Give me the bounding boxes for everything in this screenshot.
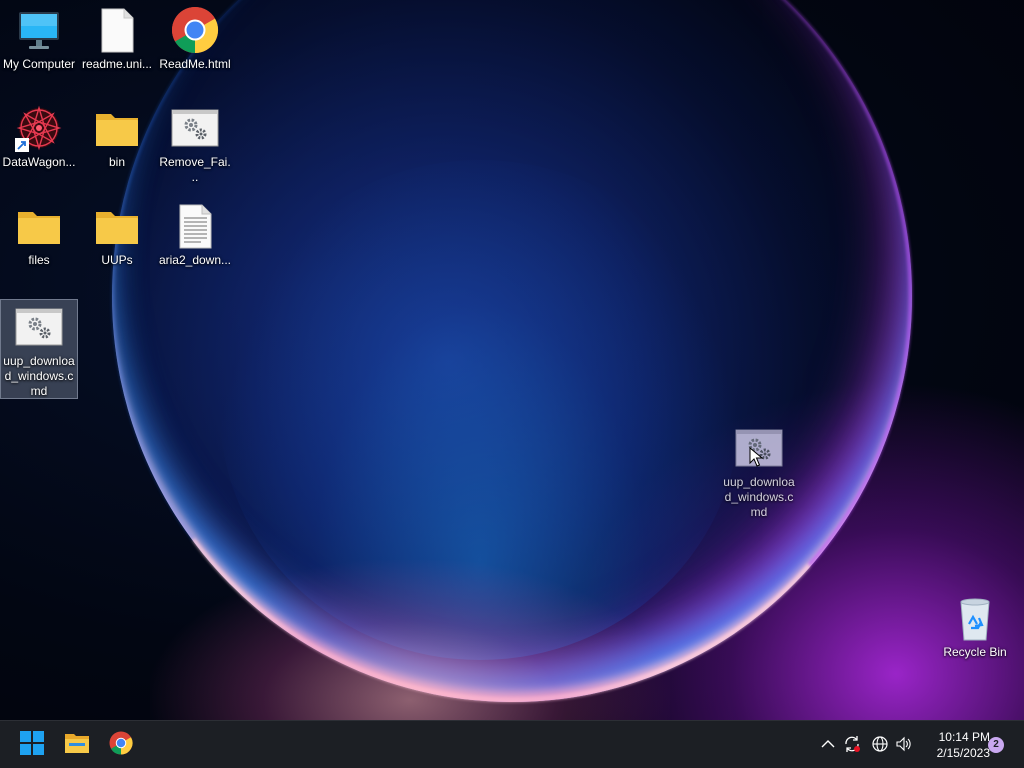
chrome-icon [109, 731, 133, 760]
desktop-icon-readme-uni[interactable]: readme.uni... [79, 0, 155, 72]
desktop-icon-label: My Computer [2, 57, 76, 71]
wallpaper-glow-pink [150, 560, 670, 720]
datawagon-shortcut-icon [15, 104, 63, 152]
file-explorer-icon [64, 731, 90, 760]
desktop-icon-label: bin [108, 155, 125, 169]
desktop-icon-remove-fai[interactable]: Remove_Fai... [157, 98, 233, 185]
desktop-icon-uups[interactable]: UUPs [79, 196, 155, 268]
desktop-icon-label: uup_download_windows.cmd [3, 354, 75, 398]
folder-icon [93, 202, 141, 250]
desktop-icon-recycle-bin[interactable]: Recycle Bin [937, 588, 1013, 660]
notification-badge[interactable]: 2 [988, 737, 1004, 753]
taskbar: 10:14 PM 2/15/2023 2 [0, 720, 1024, 768]
desktop-icon-readme-html[interactable]: ReadMe.html [157, 0, 233, 72]
taskbar-file-explorer-button[interactable] [57, 725, 97, 765]
desktop-icon-files[interactable]: files [1, 196, 77, 268]
desktop-icon-label: Recycle Bin [943, 645, 1007, 659]
desktop-icon-label: DataWagon... [2, 155, 76, 169]
folder-icon [15, 202, 63, 250]
start-button[interactable] [12, 725, 52, 765]
desktop-icon-uup-download-windows-selected[interactable]: uup_download_windows.cmd [0, 299, 78, 399]
taskbar-chrome-button[interactable] [101, 725, 141, 765]
blank-file-icon [93, 6, 141, 54]
taskbar-clock[interactable]: 10:14 PM 2/15/2023 [920, 729, 990, 761]
clock-time: 10:14 PM [938, 730, 990, 744]
text-file-icon [171, 202, 219, 250]
desktop-icon-my-computer[interactable]: My Computer [1, 0, 77, 72]
globe-icon[interactable] [869, 733, 891, 755]
folder-icon [93, 104, 141, 152]
desktop-icon-label: uup_download_windows.cmd [723, 475, 795, 519]
sync-icon[interactable] [841, 733, 863, 755]
mouse-cursor-icon [749, 446, 764, 467]
clock-date: 2/15/2023 [936, 746, 990, 760]
gear-script-icon [171, 104, 219, 152]
desktop-icon-label: Remove_Fai... [159, 155, 231, 184]
windows-start-icon [20, 730, 44, 760]
monitor-icon [15, 6, 63, 54]
desktop-icon-datawagon[interactable]: DataWagon... [1, 98, 77, 170]
desktop-icon-label: UUPs [101, 253, 133, 267]
desktop-icon-label: readme.uni... [81, 57, 153, 71]
speaker-icon[interactable] [893, 733, 915, 755]
desktop-icon-bin[interactable]: bin [79, 98, 155, 170]
desktop-icon-uup-download-windows-dragging[interactable]: uup_download_windows.cmd [721, 418, 797, 520]
desktop-icon-label: aria2_down... [158, 253, 232, 267]
recycle-bin-icon [951, 594, 999, 642]
desktop-icon-aria2-down[interactable]: aria2_down... [157, 196, 233, 268]
chevron-up-icon[interactable] [817, 733, 839, 755]
desktop-icon-label: ReadMe.html [159, 57, 231, 71]
desktop-icon-label: files [28, 253, 50, 267]
gear-script-icon [15, 303, 63, 351]
chrome-icon [171, 6, 219, 54]
